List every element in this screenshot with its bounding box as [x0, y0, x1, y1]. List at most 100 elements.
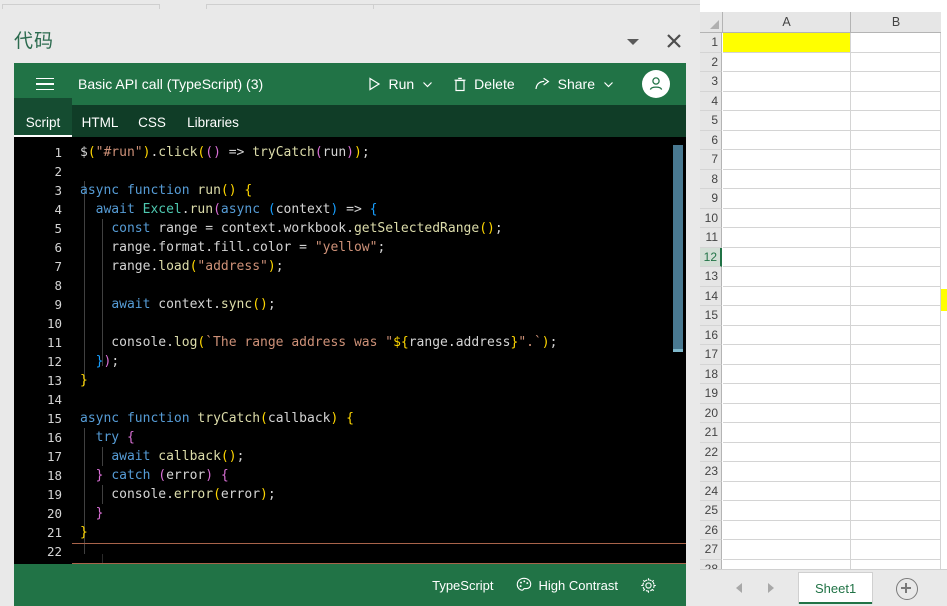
cell-B8[interactable]	[851, 169, 941, 189]
cell-B23[interactable]	[851, 462, 941, 482]
column-header-b[interactable]: B	[851, 12, 942, 33]
row-header[interactable]: 26	[700, 520, 722, 540]
cell-A4[interactable]	[723, 91, 851, 111]
row-header[interactable]: 12	[700, 247, 722, 267]
cell-B10[interactable]	[851, 208, 941, 228]
cell-B13[interactable]	[851, 267, 941, 287]
cell-B21[interactable]	[851, 423, 941, 443]
row-header[interactable]: 6	[700, 130, 722, 150]
cell-A19[interactable]	[723, 384, 851, 404]
cell-B1[interactable]	[851, 33, 941, 53]
row-header[interactable]: 24	[700, 481, 722, 501]
row-header[interactable]: 4	[700, 91, 722, 111]
cell-A24[interactable]	[723, 481, 851, 501]
cell-B14[interactable]	[851, 286, 941, 306]
tab-script[interactable]: Script	[14, 98, 72, 137]
cell-B3[interactable]	[851, 72, 941, 92]
left-arrow-icon[interactable]	[732, 580, 748, 596]
row-header[interactable]: 13	[700, 267, 722, 287]
row-header[interactable]: 10	[700, 208, 722, 228]
row-header[interactable]: 14	[700, 286, 722, 306]
row-header[interactable]: 18	[700, 364, 722, 384]
row-header[interactable]: 5	[700, 111, 722, 131]
cell-B4[interactable]	[851, 91, 941, 111]
tab-html[interactable]: HTML	[72, 98, 128, 137]
cell-B22[interactable]	[851, 442, 941, 462]
cell-A1[interactable]	[723, 33, 851, 53]
cell-A2[interactable]	[723, 52, 851, 72]
cell-B18[interactable]	[851, 364, 941, 384]
tab-css[interactable]: CSS	[128, 98, 176, 137]
cell-A23[interactable]	[723, 462, 851, 482]
cell-A21[interactable]	[723, 423, 851, 443]
user-avatar-icon[interactable]	[642, 70, 670, 98]
cell-B15[interactable]	[851, 306, 941, 326]
row-header[interactable]: 7	[700, 150, 722, 170]
cell-B5[interactable]	[851, 111, 941, 131]
sheet-tab-sheet1[interactable]: Sheet1	[798, 572, 874, 604]
cell-A10[interactable]	[723, 208, 851, 228]
cell-A18[interactable]	[723, 364, 851, 384]
chevron-down-icon[interactable]	[422, 79, 433, 90]
cell-A6[interactable]	[723, 130, 851, 150]
cell-B16[interactable]	[851, 325, 941, 345]
row-header[interactable]: 15	[700, 306, 722, 326]
row-header[interactable]: 17	[700, 345, 722, 365]
sheet-vertical-scrollbar-thumb[interactable]	[941, 289, 947, 311]
cell-B11[interactable]	[851, 228, 941, 248]
cell-B2[interactable]	[851, 52, 941, 72]
spreadsheet[interactable]: A B 1 2 3 4 5 6 7 8 9 10 11 12 13 14 15 16 17 18 19 20 21 22 2…	[700, 0, 947, 606]
cell-A27[interactable]	[723, 540, 851, 560]
row-header[interactable]: 19	[700, 384, 722, 404]
column-header-a[interactable]: A	[723, 12, 851, 33]
cell-A15[interactable]	[723, 306, 851, 326]
editor-vertical-scrollbar[interactable]	[673, 145, 683, 349]
cell-B26[interactable]	[851, 520, 941, 540]
cell-B6[interactable]	[851, 130, 941, 150]
cell-A8[interactable]	[723, 169, 851, 189]
cell-A5[interactable]	[723, 111, 851, 131]
cell-A25[interactable]	[723, 501, 851, 521]
row-header[interactable]: 11	[700, 228, 722, 248]
row-header[interactable]: 1	[700, 33, 722, 53]
editor-code-content[interactable]: $("#run").click(() => tryCatch(run)); as…	[80, 137, 686, 564]
sheet-vertical-scrollbar-track[interactable]	[941, 12, 947, 570]
hamburger-menu-icon[interactable]	[36, 77, 54, 91]
cell-A14[interactable]	[723, 286, 851, 306]
row-header[interactable]: 23	[700, 462, 722, 482]
row-header[interactable]: 21	[700, 423, 722, 443]
cell-A13[interactable]	[723, 267, 851, 287]
code-editor[interactable]: 1 2 3 4 5 6 7 8 9 10 11 12 13 14 15 16 1	[14, 137, 686, 564]
run-button[interactable]: Run	[361, 72, 439, 96]
plus-circle-icon[interactable]	[896, 578, 918, 600]
cell-B27[interactable]	[851, 540, 941, 560]
cell-B9[interactable]	[851, 189, 941, 209]
cell-A3[interactable]	[723, 72, 851, 92]
close-icon[interactable]	[663, 30, 685, 52]
row-header[interactable]: 3	[700, 72, 722, 92]
chevron-down-icon[interactable]	[603, 79, 614, 90]
settings-button[interactable]	[640, 577, 664, 594]
cell-A12[interactable]	[723, 247, 851, 267]
cell-A9[interactable]	[723, 189, 851, 209]
cell-A26[interactable]	[723, 520, 851, 540]
cell-A17[interactable]	[723, 345, 851, 365]
row-header[interactable]: 9	[700, 189, 722, 209]
cell-B7[interactable]	[851, 150, 941, 170]
select-all-icon[interactable]	[700, 12, 723, 33]
cell-A16[interactable]	[723, 325, 851, 345]
theme-selector[interactable]: High Contrast	[516, 577, 618, 593]
row-header[interactable]: 20	[700, 403, 722, 423]
cell-A7[interactable]	[723, 150, 851, 170]
row-header[interactable]: 25	[700, 501, 722, 521]
cell-B17[interactable]	[851, 345, 941, 365]
row-header[interactable]: 27	[700, 540, 722, 560]
cell-B20[interactable]	[851, 403, 941, 423]
share-button[interactable]: Share	[529, 72, 620, 96]
tab-libraries[interactable]: Libraries	[176, 98, 250, 137]
cell-A22[interactable]	[723, 442, 851, 462]
row-header[interactable]: 16	[700, 325, 722, 345]
language-indicator[interactable]: TypeScript	[432, 578, 493, 593]
right-arrow-icon[interactable]	[762, 580, 778, 596]
cell-B19[interactable]	[851, 384, 941, 404]
